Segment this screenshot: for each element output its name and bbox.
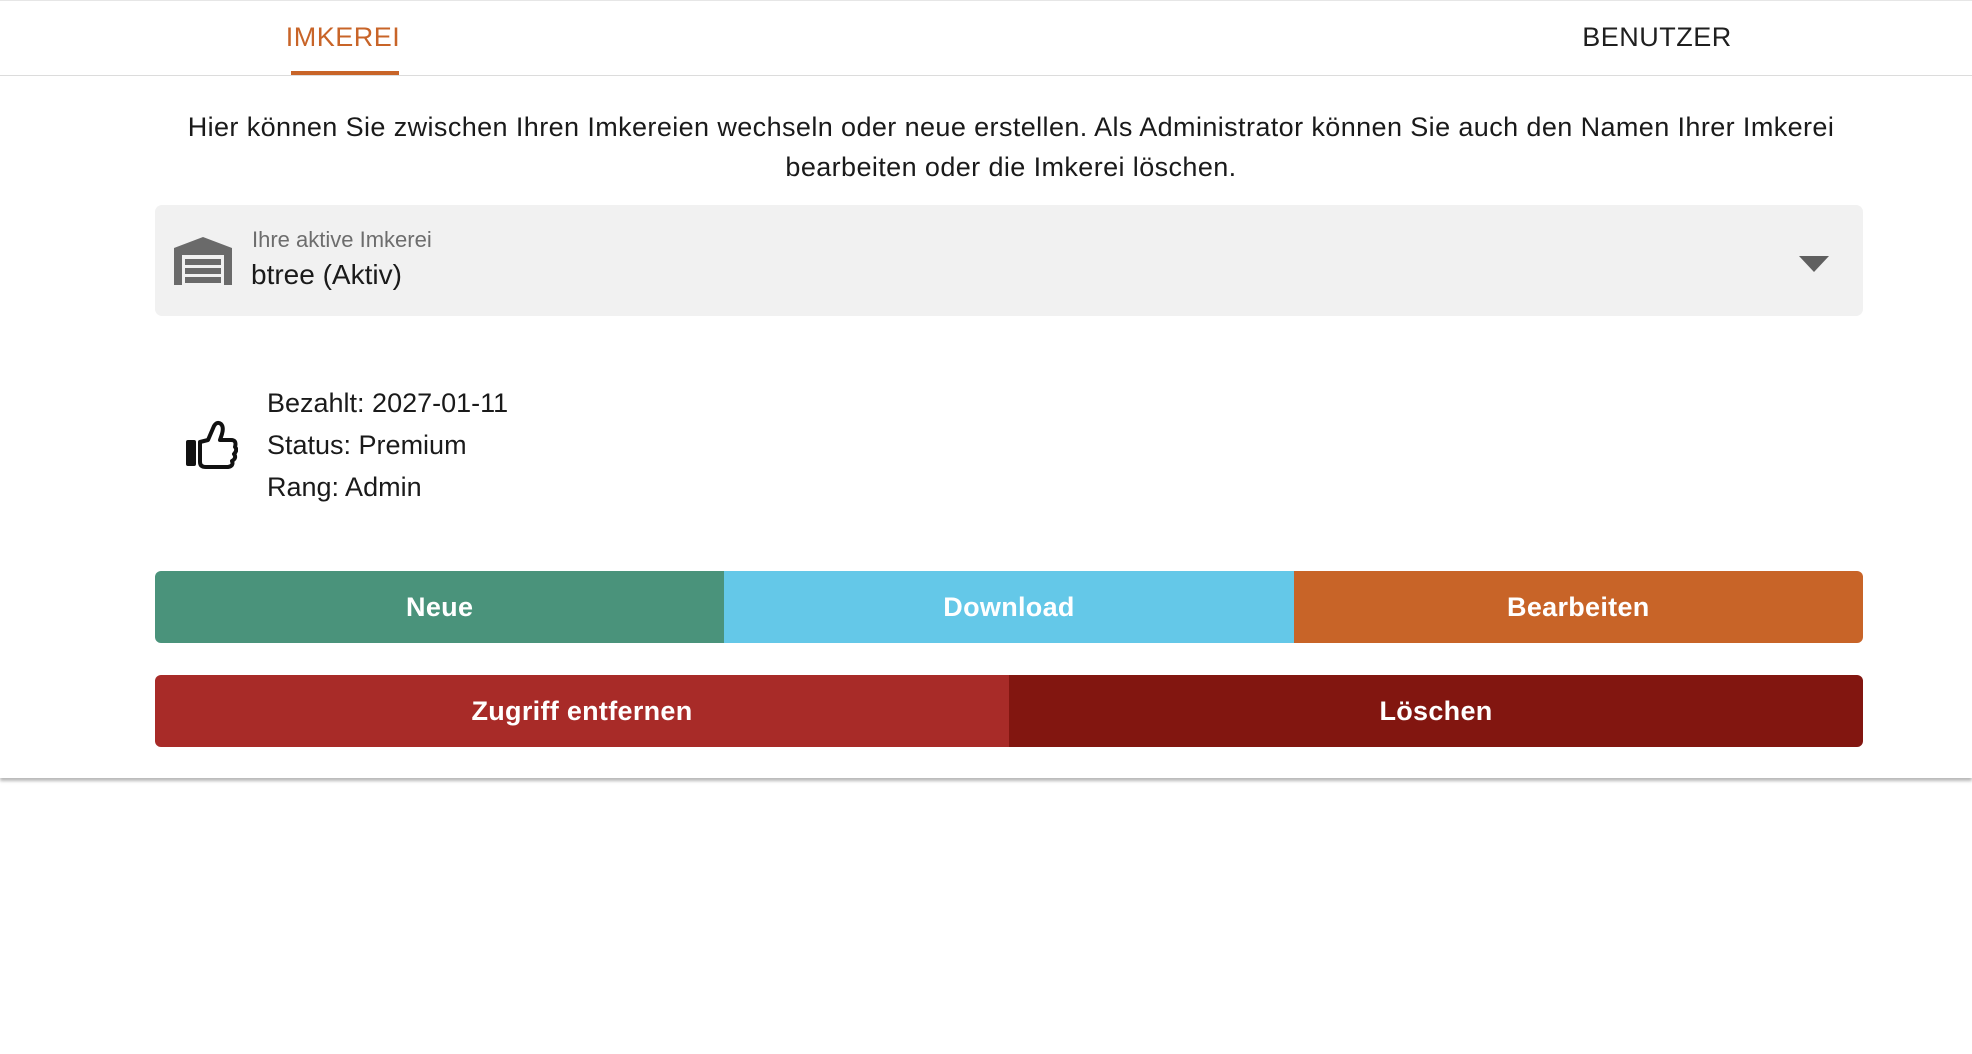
caret-down-icon[interactable] <box>1798 255 1830 273</box>
action-row-danger: Zugriff entfernen Löschen <box>155 675 1863 747</box>
active-tab-indicator <box>291 71 399 75</box>
thumbs-up-icon <box>186 420 238 469</box>
tab-imkerei-label: IMKEREI <box>285 21 401 52</box>
tab-benutzer[interactable]: BENUTZER <box>1497 1 1817 75</box>
tab-bar: IMKEREI BENUTZER <box>0 1 1972 76</box>
tab-imkerei[interactable]: IMKEREI <box>0 1 686 75</box>
download-button[interactable]: Download <box>724 571 1294 643</box>
tab-benutzer-label: BENUTZER <box>1582 21 1732 52</box>
delete-button[interactable]: Löschen <box>1009 675 1863 747</box>
intro-text: Hier können Sie zwischen Ihren Imkereien… <box>187 112 1835 182</box>
remove-access-button[interactable]: Zugriff entfernen <box>155 675 1009 747</box>
apiary-card: IMKEREI BENUTZER Hier können Sie zwische… <box>0 0 1972 778</box>
active-apiary-value: btree (Aktiv) <box>251 259 402 290</box>
active-apiary-select[interactable]: Ihre aktive Imkerei btree (Aktiv) <box>155 205 1863 316</box>
new-button[interactable]: Neue <box>155 571 725 643</box>
active-apiary-label: Ihre aktive Imkerei <box>252 227 432 252</box>
status-text: Status: Premium <box>267 430 467 460</box>
rank-text: Rang: Admin <box>267 472 422 502</box>
action-row-primary: Neue Download Bearbeiten <box>155 571 1863 643</box>
paid-until: Bezahlt: 2027-01-11 <box>267 388 509 418</box>
subscription-info: Bezahlt: 2027-01-11 Status: Premium Rang… <box>267 382 508 508</box>
warehouse-icon <box>174 237 232 285</box>
edit-button[interactable]: Bearbeiten <box>1293 571 1863 643</box>
